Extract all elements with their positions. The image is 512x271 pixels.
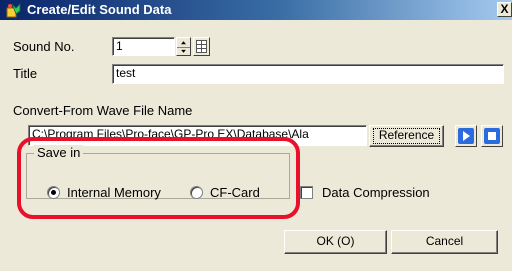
title-bar[interactable]: Create/Edit Sound Data X	[0, 0, 512, 20]
close-icon: X	[500, 2, 509, 16]
cancel-button[interactable]: Cancel	[391, 230, 498, 254]
spin-down-icon[interactable]	[177, 46, 190, 56]
table-grid-icon	[196, 40, 207, 53]
ok-button[interactable]: OK (O)	[284, 230, 387, 254]
table-grid-button[interactable]	[193, 37, 210, 56]
ok-button-label: OK (O)	[316, 234, 355, 248]
title-input[interactable]: test	[112, 64, 504, 84]
cancel-button-label: Cancel	[425, 234, 464, 248]
create-edit-sound-dialog: Create/Edit Sound Data X Sound No. 1 Tit…	[0, 0, 512, 271]
sound-no-spinner[interactable]	[176, 37, 191, 56]
window-title: Create/Edit Sound Data	[27, 2, 172, 17]
data-compression-label[interactable]: Data Compression	[322, 185, 430, 200]
sound-no-input[interactable]: 1	[112, 37, 175, 56]
data-compression-checkbox[interactable]	[300, 186, 313, 199]
highlight-annotation	[17, 137, 300, 219]
stop-icon	[488, 132, 496, 140]
title-label: Title	[13, 66, 38, 81]
play-button[interactable]	[455, 125, 477, 147]
stop-icon-bg	[484, 128, 500, 144]
stop-button[interactable]	[481, 125, 503, 147]
sound-data-icon	[6, 3, 21, 18]
play-icon-bg	[458, 128, 474, 144]
close-button[interactable]: X	[497, 2, 512, 17]
wave-file-label: Convert-From Wave File Name	[13, 103, 193, 118]
spin-up-icon[interactable]	[177, 38, 190, 47]
focus-rect	[373, 128, 440, 144]
sound-no-label: Sound No.	[13, 39, 75, 54]
reference-button[interactable]: Reference	[369, 125, 444, 147]
play-icon	[463, 131, 470, 141]
